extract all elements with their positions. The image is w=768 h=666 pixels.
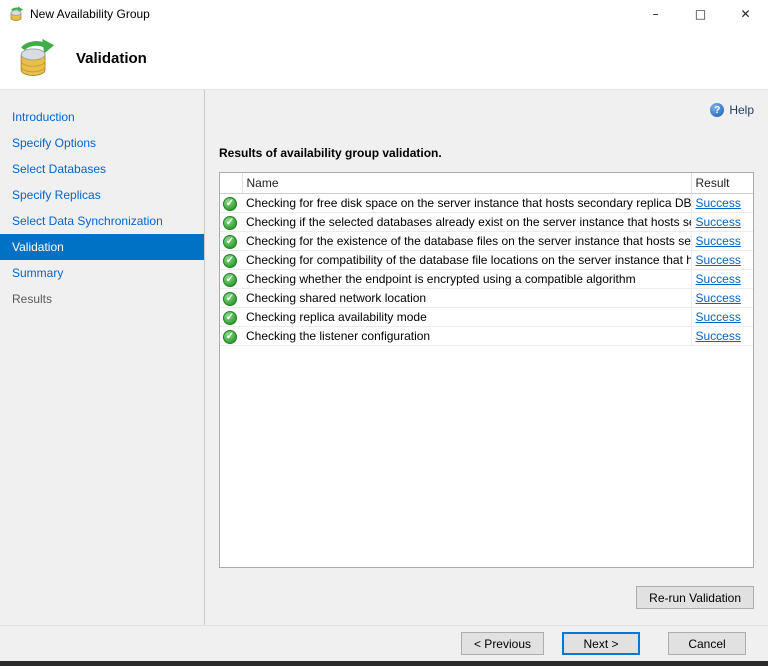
success-link[interactable]: Success <box>696 196 741 210</box>
close-button[interactable]: ✕ <box>723 0 768 28</box>
success-link[interactable]: Success <box>696 329 741 343</box>
table-row: ✓ Checking replica availability mode Suc… <box>220 307 753 326</box>
next-button[interactable]: Next > <box>562 632 640 655</box>
success-check-icon: ✓ <box>223 197 237 211</box>
validation-check-name: Checking the listener configuration <box>242 326 691 345</box>
table-row: ✓ Checking if the selected databases alr… <box>220 212 753 231</box>
wizard-header: Validation <box>0 28 768 90</box>
cancel-button[interactable]: Cancel <box>668 632 746 655</box>
maximize-button[interactable]: □ <box>678 0 723 28</box>
table-row: ✓ Checking for the existence of the data… <box>220 231 753 250</box>
success-check-icon: ✓ <box>223 330 237 344</box>
sidebar-item-validation[interactable]: Validation <box>0 234 204 260</box>
sidebar-item-select-databases[interactable]: Select Databases <box>0 156 204 182</box>
help-row: ? Help <box>219 102 754 118</box>
validation-check-name: Checking for the existence of the databa… <box>242 231 691 250</box>
table-row: ✓ Checking whether the endpoint is encry… <box>220 269 753 288</box>
success-check-icon: ✓ <box>223 235 237 249</box>
sidebar-item-summary[interactable]: Summary <box>0 260 204 286</box>
table-row: ✓ Checking shared network location Succe… <box>220 288 753 307</box>
help-link[interactable]: ? Help <box>710 102 754 118</box>
validation-check-name: Checking shared network location <box>242 288 691 307</box>
sidebar-item-introduction[interactable]: Introduction <box>0 104 204 130</box>
rerun-validation-button[interactable]: Re-run Validation <box>636 586 754 609</box>
result-column-header[interactable]: Result <box>691 173 753 193</box>
sidebar-item-results: Results <box>0 286 204 312</box>
success-link[interactable]: Success <box>696 310 741 324</box>
validation-results-heading: Results of availability group validation… <box>219 146 754 160</box>
help-icon: ? <box>710 103 724 117</box>
table-row: ✓ Checking the listener configuration Su… <box>220 326 753 345</box>
success-link[interactable]: Success <box>696 215 741 229</box>
validation-check-name: Checking replica availability mode <box>242 307 691 326</box>
help-label: Help <box>729 103 754 117</box>
rerun-row: Re-run Validation <box>219 586 754 609</box>
validation-results-table: Name Result ✓ Checking for free disk spa… <box>219 172 754 568</box>
sidebar-item-select-data-synchronization[interactable]: Select Data Synchronization <box>0 208 204 234</box>
validation-check-name: Checking for free disk space on the serv… <box>242 193 691 212</box>
sidebar-item-specify-options[interactable]: Specify Options <box>0 130 204 156</box>
wizard-steps-sidebar: Introduction Specify Options Select Data… <box>0 90 205 625</box>
success-link[interactable]: Success <box>696 272 741 286</box>
wizard-body: Introduction Specify Options Select Data… <box>0 90 768 625</box>
bottom-edge-strip <box>0 661 768 666</box>
previous-button[interactable]: < Previous <box>461 632 544 655</box>
validation-step-icon <box>12 37 56 81</box>
window-controls: – □ ✕ <box>633 0 768 28</box>
success-link[interactable]: Success <box>696 291 741 305</box>
availability-group-icon <box>8 6 24 22</box>
success-link[interactable]: Success <box>696 253 741 267</box>
minimize-button[interactable]: – <box>633 0 678 28</box>
name-column-header[interactable]: Name <box>242 173 691 193</box>
validation-check-name: Checking if the selected databases alrea… <box>242 212 691 231</box>
sidebar-item-specify-replicas[interactable]: Specify Replicas <box>0 182 204 208</box>
titlebar: New Availability Group – □ ✕ <box>0 0 768 28</box>
success-check-icon: ✓ <box>223 273 237 287</box>
table-header-row: Name Result <box>220 173 753 193</box>
success-check-icon: ✓ <box>223 254 237 268</box>
success-check-icon: ✓ <box>223 216 237 230</box>
page-title: Validation <box>76 50 147 67</box>
validation-check-name: Checking for compatibility of the databa… <box>242 250 691 269</box>
success-check-icon: ✓ <box>223 311 237 325</box>
table-row: ✓ Checking for free disk space on the se… <box>220 193 753 212</box>
wizard-footer: < Previous Next > Cancel <box>0 625 768 661</box>
new-availability-group-window: New Availability Group – □ ✕ Validation … <box>0 0 768 666</box>
status-icon-column-header[interactable] <box>220 173 242 193</box>
success-check-icon: ✓ <box>223 292 237 306</box>
validation-check-name: Checking whether the endpoint is encrypt… <box>242 269 691 288</box>
table-row: ✓ Checking for compatibility of the data… <box>220 250 753 269</box>
success-link[interactable]: Success <box>696 234 741 248</box>
validation-content: ? Help Results of availability group val… <box>205 90 768 625</box>
window-title: New Availability Group <box>30 7 150 21</box>
